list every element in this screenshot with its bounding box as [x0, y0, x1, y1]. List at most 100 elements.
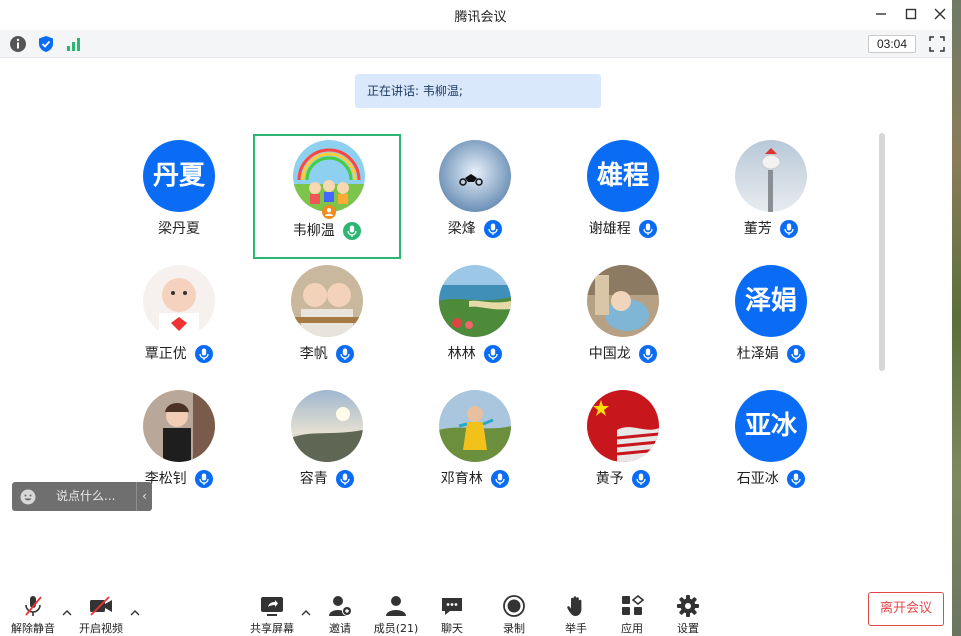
mic-speaking-icon [343, 222, 362, 240]
participant-name: 谢雄程 [588, 221, 631, 237]
maximize-icon [905, 8, 917, 20]
participant-tile[interactable]: 林林 [401, 255, 549, 379]
avatar: 丹夏 [143, 140, 215, 212]
minimize-icon [876, 13, 886, 15]
emoji-icon[interactable] [20, 489, 36, 505]
participant-name: 石亚冰 [736, 471, 779, 487]
add-user-icon [329, 596, 352, 616]
participant-tile[interactable]: 梁烽 [401, 130, 549, 254]
apps-grid-icon [622, 595, 644, 615]
chevron-up-icon[interactable] [300, 607, 312, 619]
mic-icon [491, 470, 510, 488]
participant-tile[interactable]: 亚冰 石亚冰 [697, 380, 845, 504]
participant-name: 梁烽 [447, 221, 476, 237]
mic-icon [787, 470, 806, 488]
participant-tile[interactable]: 中国龙 [549, 255, 697, 379]
avatar [291, 390, 363, 462]
participant-name: 覃正优 [144, 346, 187, 362]
info-icon[interactable] [9, 35, 27, 53]
members-icon [386, 596, 406, 616]
signal-strength-icon[interactable] [65, 35, 83, 53]
share-screen-button[interactable]: 共享屏幕 [244, 595, 300, 635]
mic-icon [787, 345, 806, 363]
avatar [439, 140, 511, 212]
participant-name: 韦柳温 [292, 223, 335, 239]
settings-button[interactable]: 设置 [660, 595, 716, 635]
avatar [439, 390, 511, 462]
avatar [735, 140, 807, 212]
participant-name: 容青 [299, 471, 328, 487]
speaking-banner: 正在讲话: 韦柳温; [355, 74, 601, 108]
start-video-button[interactable]: 开启视频 [73, 595, 129, 635]
participant-name: 黄予 [595, 471, 624, 487]
camera-off-icon [90, 596, 112, 616]
hand-icon [567, 596, 582, 616]
chat-placeholder: 说点什么... [56, 489, 116, 503]
window-title: 腾讯会议 [454, 10, 507, 25]
host-badge-icon [322, 205, 336, 219]
maximize-button[interactable] [900, 4, 922, 24]
members-button[interactable]: 成员(21) [368, 595, 424, 635]
chat-input[interactable]: 说点什么... ‹ [12, 482, 152, 511]
participant-name: 杜泽娟 [736, 346, 779, 362]
participant-grid: 丹夏 梁丹夏 韦柳温 梁烽 雄程 谢雄程 董芳 覃正优 李帆 林林 中国龙 泽娟… [105, 130, 845, 510]
participant-tile[interactable]: 容青 [253, 380, 401, 504]
avatar: 亚冰 [735, 390, 807, 462]
chat-button[interactable]: 聊天 [424, 595, 480, 635]
participant-tile[interactable]: 覃正优 [105, 255, 253, 379]
mic-icon [780, 220, 799, 238]
mic-icon [195, 470, 214, 488]
mic-icon [336, 470, 355, 488]
grid-scrollbar[interactable] [879, 133, 885, 371]
security-shield-icon[interactable] [37, 35, 55, 53]
participant-tile[interactable]: 丹夏 梁丹夏 [105, 130, 253, 254]
mic-icon [484, 220, 503, 238]
chat-bubble-icon [442, 598, 462, 615]
participant-tile[interactable]: 泽娟 杜泽娟 [697, 255, 845, 379]
leave-meeting-button[interactable]: 离开会议 [868, 592, 944, 626]
fullscreen-icon[interactable] [928, 35, 946, 53]
participant-tile[interactable]: 李帆 [253, 255, 401, 379]
minimize-button[interactable] [870, 4, 892, 24]
info-bar: 03:04 [0, 30, 952, 58]
participant-name: 董芳 [743, 221, 772, 237]
raise-hand-button[interactable]: 举手 [548, 595, 604, 635]
avatar [587, 390, 659, 462]
avatar [143, 390, 215, 462]
participant-tile[interactable]: 雄程 谢雄程 [549, 130, 697, 254]
mic-icon [484, 345, 503, 363]
mic-icon [195, 345, 214, 363]
invite-button[interactable]: 邀请 [312, 595, 368, 635]
unmute-button[interactable]: 解除静音 [5, 595, 61, 635]
meeting-timer: 03:04 [868, 35, 916, 53]
bottom-toolbar: 解除静音 开启视频 共享屏幕 邀请 成员(21) 聊天 录制 举手 应用 设置 [0, 585, 952, 636]
avatar [293, 140, 365, 212]
avatar [587, 265, 659, 337]
participant-name: 邓育林 [440, 471, 483, 487]
participant-tile-active-speaker[interactable]: 韦柳温 [253, 134, 401, 259]
participant-tile[interactable]: 黄予 [549, 380, 697, 504]
close-icon [934, 8, 946, 20]
participant-name: 林林 [447, 346, 476, 362]
chevron-up-icon[interactable] [61, 607, 73, 619]
record-button[interactable]: 录制 [486, 595, 542, 635]
participant-tile[interactable]: 邓育林 [401, 380, 549, 504]
close-button[interactable] [929, 4, 951, 24]
background-window-edge [952, 0, 961, 636]
avatar [291, 265, 363, 337]
mic-muted-icon [25, 596, 42, 616]
apps-button[interactable]: 应用 [604, 595, 660, 635]
mic-icon [336, 345, 355, 363]
title-bar: 腾讯会议 [0, 0, 961, 30]
chevron-left-icon[interactable]: ‹ [136, 482, 152, 511]
avatar [439, 265, 511, 337]
chevron-up-icon[interactable] [129, 607, 141, 619]
gear-icon [677, 595, 699, 617]
record-icon [503, 595, 525, 617]
participant-tile[interactable]: 董芳 [697, 130, 845, 254]
avatar: 泽娟 [735, 265, 807, 337]
participant-name: 梁丹夏 [158, 221, 200, 237]
mic-icon [639, 345, 658, 363]
mic-icon [639, 220, 658, 238]
avatar: 雄程 [587, 140, 659, 212]
